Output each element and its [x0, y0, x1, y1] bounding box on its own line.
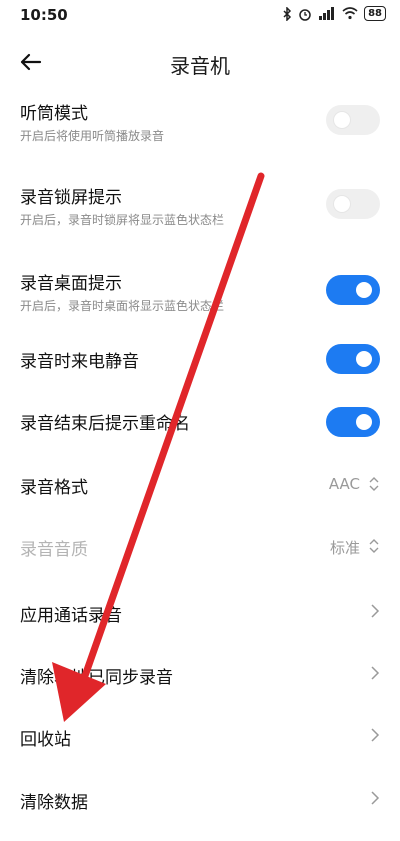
- wifi-icon: [342, 7, 358, 20]
- chevron-right-icon: [371, 604, 380, 618]
- setting-title: 听筒模式: [20, 104, 88, 124]
- quality-value: 标准: [329, 539, 360, 557]
- bluetooth-icon: [283, 6, 292, 21]
- setting-recycle-bin[interactable]: 回收站: [0, 717, 400, 781]
- lockscreen-tip-toggle[interactable]: [326, 189, 380, 219]
- toggle-knob: [356, 351, 372, 367]
- setting-desktop-tip[interactable]: 录音桌面提示 开启后，录音时桌面将显示蓝色状态栏: [0, 261, 400, 339]
- setting-rename-prompt[interactable]: 录音结束后提示重命名: [0, 405, 400, 469]
- setting-title: 回收站: [20, 730, 71, 750]
- toggle-knob: [334, 112, 350, 128]
- rename-prompt-toggle[interactable]: [326, 407, 380, 437]
- setting-quality: 录音音质 标准: [0, 531, 400, 593]
- status-bar: 10:50 88: [0, 0, 400, 30]
- setting-title: 清除本地已同步录音: [20, 668, 173, 688]
- earpiece-mode-toggle[interactable]: [326, 105, 380, 135]
- chevron-right-icon: [371, 666, 380, 680]
- updown-chevron-icon: [369, 539, 379, 553]
- setting-subtitle: 开启后，录音时锁屏将显示蓝色状态栏: [20, 213, 225, 227]
- toggle-knob: [356, 414, 372, 430]
- signal-icon: [319, 6, 335, 20]
- alarm-icon: [299, 8, 311, 21]
- desktop-tip-toggle[interactable]: [326, 275, 380, 305]
- header: 录音机: [0, 40, 400, 84]
- setting-title: 录音桌面提示: [20, 274, 122, 294]
- updown-chevron-icon: [369, 477, 379, 491]
- settings-list: 听筒模式 开启后将使用听筒播放录音 录音锁屏提示 开启后，录音时锁屏将显示蓝色状…: [0, 95, 400, 841]
- setting-subtitle: 开启后，录音时桌面将显示蓝色状态栏: [20, 299, 225, 313]
- setting-clear-synced[interactable]: 清除本地已同步录音: [0, 655, 400, 717]
- status-time: 10:50: [20, 6, 68, 24]
- setting-lockscreen-tip[interactable]: 录音锁屏提示 开启后，录音时锁屏将显示蓝色状态栏: [0, 175, 400, 261]
- setting-clear-data[interactable]: 清除数据: [0, 781, 400, 841]
- setting-title: 应用通话录音: [20, 606, 122, 626]
- setting-title: 录音格式: [20, 478, 88, 498]
- page-title: 录音机: [170, 54, 230, 78]
- chevron-right-icon: [371, 791, 380, 805]
- setting-app-call-recording[interactable]: 应用通话录音: [0, 593, 400, 655]
- setting-title: 录音锁屏提示: [20, 188, 122, 208]
- setting-title: 清除数据: [20, 793, 88, 813]
- status-icons: 88: [282, 6, 386, 21]
- setting-subtitle: 开启后将使用听筒播放录音: [20, 129, 165, 143]
- mute-on-call-toggle[interactable]: [326, 344, 380, 374]
- setting-earpiece-mode[interactable]: 听筒模式 开启后将使用听筒播放录音: [0, 95, 400, 175]
- chevron-right-icon: [371, 728, 380, 742]
- setting-format[interactable]: 录音格式 AAC: [0, 469, 400, 531]
- setting-title: 录音时来电静音: [20, 352, 139, 372]
- toggle-knob: [334, 196, 350, 212]
- toggle-knob: [356, 282, 372, 298]
- setting-mute-on-call[interactable]: 录音时来电静音: [0, 339, 400, 405]
- setting-title: 录音音质: [20, 540, 88, 560]
- format-value: AAC: [328, 475, 360, 493]
- battery-indicator: 88: [364, 6, 386, 21]
- setting-title: 录音结束后提示重命名: [20, 414, 190, 434]
